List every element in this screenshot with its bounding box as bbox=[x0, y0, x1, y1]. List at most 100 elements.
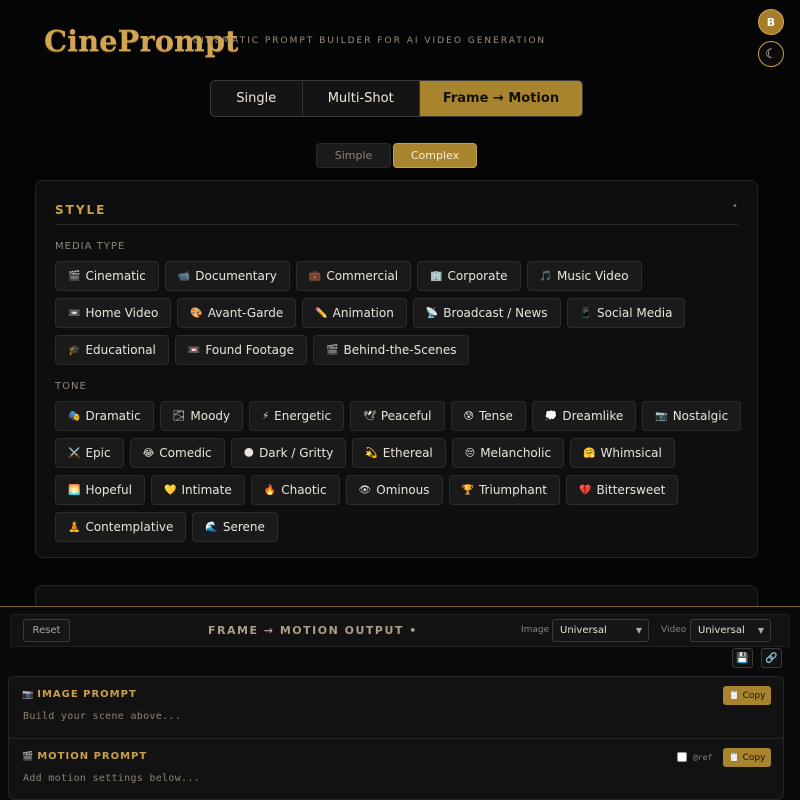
media-type-chip[interactable]: 🎨 Avant-Garde bbox=[177, 298, 297, 328]
tone-chip[interactable]: 💫 Ethereal bbox=[352, 438, 446, 468]
tone-chip-label: Peaceful bbox=[380, 409, 432, 423]
clapper-icon: 🎬 bbox=[22, 752, 35, 762]
tab-complex[interactable]: Complex bbox=[393, 143, 477, 168]
tone-chip[interactable]: 📷 Nostalgic bbox=[642, 401, 742, 431]
output-title-dot: • bbox=[409, 624, 418, 637]
tab-single[interactable]: Single bbox=[211, 81, 303, 116]
media-type-chip[interactable]: 🎬 Behind-the-Scenes bbox=[313, 335, 470, 365]
tone-chip-icon: 📷 bbox=[655, 410, 668, 422]
tone-chip[interactable]: 🕊 Peaceful bbox=[350, 401, 445, 431]
media-type-chip-label: Found Footage bbox=[205, 343, 295, 357]
collapse-icon[interactable]: • bbox=[732, 201, 738, 212]
tone-chip-label: Ethereal bbox=[382, 446, 433, 460]
chevron-down-icon: ▼ bbox=[635, 626, 642, 635]
ref-checkbox[interactable] bbox=[677, 752, 687, 762]
media-type-chip-label: Commercial bbox=[326, 269, 399, 283]
moon-icon[interactable]: ☾ bbox=[758, 41, 784, 67]
media-type-chip-icon: 💼 bbox=[308, 270, 322, 282]
tone-chip-icon: 🤗 bbox=[583, 447, 596, 459]
video-model-select[interactable]: Universal ▼ bbox=[690, 619, 771, 642]
save-icon[interactable]: 💾 bbox=[732, 648, 753, 668]
copy-image-prompt-button[interactable]: 📋 Copy bbox=[723, 686, 771, 705]
tone-chip[interactable]: 💭 Dreamlike bbox=[531, 401, 637, 431]
tone-chip[interactable]: 🌊 Serene bbox=[192, 512, 278, 542]
tone-chip[interactable]: 🔥 Chaotic bbox=[250, 475, 340, 505]
tone-chip[interactable]: 🌑 Dark / Gritty bbox=[230, 438, 347, 468]
media-type-chip[interactable]: 🎬 Cinematic bbox=[55, 261, 159, 291]
media-type-chip-icon: 🎨 bbox=[190, 307, 203, 319]
tab-multi-shot[interactable]: Multi-Shot bbox=[303, 81, 420, 116]
image-prompt-label: IMAGE PROMPT bbox=[37, 689, 137, 700]
media-type-chip-label: Home Video bbox=[85, 306, 159, 320]
image-model-select[interactable]: Universal ▼ bbox=[552, 619, 649, 642]
link-icon[interactable]: 🔗 bbox=[761, 648, 782, 668]
media-type-chip-label: Corporate bbox=[447, 269, 508, 283]
media-type-chip-icon: 📼 bbox=[187, 344, 201, 356]
tone-chip-label: Comedic bbox=[159, 446, 212, 460]
motion-prompt-text[interactable]: Add motion settings below... bbox=[23, 773, 200, 784]
output-title[interactable]: FRAME → MOTION OUTPUT • bbox=[208, 624, 418, 637]
media-type-label: MEDIA TYPE bbox=[55, 241, 126, 252]
tone-chip[interactable]: 👁 Ominous bbox=[345, 475, 443, 505]
tone-chip-label: Hopeful bbox=[85, 483, 132, 497]
media-type-chip[interactable]: 📼 Found Footage bbox=[174, 335, 308, 365]
media-type-chip[interactable]: 🎓 Educational bbox=[55, 335, 169, 365]
tone-chip-label: Chaotic bbox=[281, 483, 327, 497]
media-type-chip[interactable]: 🏢 Corporate bbox=[417, 261, 521, 291]
reset-button[interactable]: Reset bbox=[23, 619, 70, 642]
tab-simple[interactable]: Simple bbox=[316, 143, 391, 168]
tone-chip-label: Nostalgic bbox=[672, 409, 729, 423]
video-model-label: Video bbox=[661, 625, 687, 635]
ref-toggle[interactable]: @ref bbox=[677, 752, 712, 762]
tone-chip-icon: 💔 bbox=[579, 484, 592, 496]
tone-chip-label: Serene bbox=[222, 520, 265, 534]
tone-chip-icon: 😔 bbox=[464, 447, 476, 459]
tone-chip[interactable]: 🧘 Contemplative bbox=[55, 512, 187, 542]
image-prompt-title: 📷 IMAGE PROMPT bbox=[22, 689, 137, 700]
tone-chip[interactable]: ⚔️ Epic bbox=[55, 438, 124, 468]
tone-chip[interactable]: 🎭 Dramatic bbox=[55, 401, 154, 431]
media-type-chip[interactable]: 💼 Commercial bbox=[295, 261, 412, 291]
media-type-chip[interactable]: 📹 Documentary bbox=[164, 261, 290, 291]
style-panel: STYLE • MEDIA TYPE 🎬 Cinematic 📹 Documentar… bbox=[35, 180, 758, 558]
tone-chip-label: Dark / Gritty bbox=[259, 446, 334, 460]
media-type-chip-label: Cinematic bbox=[85, 269, 146, 283]
media-type-chip[interactable]: ✏️ Animation bbox=[302, 298, 407, 328]
tone-chip-icon: 💫 bbox=[365, 447, 378, 459]
media-type-chip-label: Avant-Garde bbox=[207, 306, 284, 320]
tone-chip-label: Moody bbox=[190, 409, 231, 423]
tone-chip[interactable]: 🌫 Moody bbox=[159, 401, 244, 431]
media-type-chip[interactable]: 📼 Home Video bbox=[55, 298, 172, 328]
tone-chip[interactable]: 💛 Intimate bbox=[150, 475, 245, 505]
tone-chip[interactable]: 😔 Melancholic bbox=[451, 438, 565, 468]
ref-label: @ref bbox=[693, 752, 713, 762]
tone-chip[interactable]: 😰 Tense bbox=[450, 401, 526, 431]
tone-chip[interactable]: 🤗 Whimsical bbox=[570, 438, 675, 468]
media-type-chip-icon: 🎵 bbox=[539, 270, 552, 282]
tone-chip[interactable]: 🌅 Hopeful bbox=[55, 475, 145, 505]
user-avatar[interactable]: B bbox=[758, 9, 784, 35]
complexity-toggle: Simple Complex bbox=[316, 143, 477, 168]
tone-chip[interactable]: ⚡ Energetic bbox=[249, 401, 345, 431]
video-model-value: Universal bbox=[698, 625, 745, 636]
tone-chip[interactable]: 🏆 Triumphant bbox=[448, 475, 560, 505]
tone-chip-icon: 🎭 bbox=[68, 410, 81, 422]
style-section-title[interactable]: STYLE bbox=[55, 203, 106, 217]
tone-chip[interactable]: 💔 Bittersweet bbox=[566, 475, 679, 505]
media-type-chip-label: Documentary bbox=[195, 269, 277, 283]
tone-chip-label: Whimsical bbox=[600, 446, 662, 460]
tone-chip-label: Dramatic bbox=[85, 409, 141, 423]
media-type-chip-icon: 📼 bbox=[68, 307, 81, 319]
tone-chip-icon: 🌊 bbox=[205, 521, 218, 533]
motion-prompt-label: MOTION PROMPT bbox=[37, 751, 148, 762]
media-type-chip[interactable]: 📡 Broadcast / News bbox=[412, 298, 561, 328]
media-type-chip-icon: 🎓 bbox=[68, 344, 81, 356]
tone-chip-icon: 🌅 bbox=[68, 484, 81, 496]
media-type-chip[interactable]: 🎵 Music Video bbox=[526, 261, 642, 291]
tab-frame-motion[interactable]: Frame → Motion bbox=[419, 81, 582, 116]
tone-chip[interactable]: 😂 Comedic bbox=[129, 438, 225, 468]
media-type-chip-icon: 📹 bbox=[177, 270, 191, 282]
image-prompt-text[interactable]: Build your scene above... bbox=[23, 711, 181, 722]
media-type-chip[interactable]: 📱 Social Media bbox=[566, 298, 686, 328]
copy-motion-prompt-button[interactable]: 📋 Copy bbox=[723, 748, 771, 767]
